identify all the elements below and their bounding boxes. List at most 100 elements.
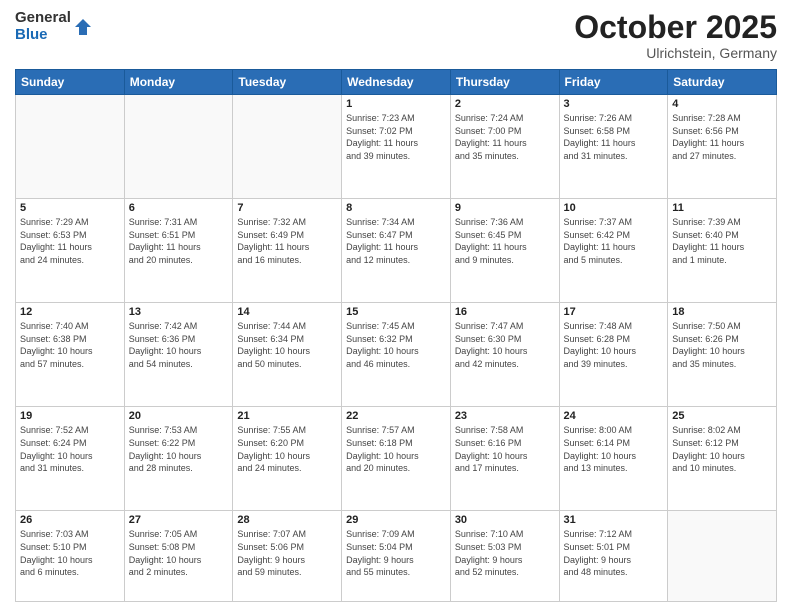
day-info: Sunrise: 7:57 AM Sunset: 6:18 PM Dayligh…	[346, 424, 446, 474]
day-number: 29	[346, 514, 446, 526]
table-row: 19 Sunrise: 7:52 AM Sunset: 6:24 PM Dayli…	[16, 407, 125, 511]
day-info: Sunrise: 7:09 AM Sunset: 5:04 PM Dayligh…	[346, 528, 446, 578]
table-row	[16, 95, 125, 199]
table-row: 16 Sunrise: 7:47 AM Sunset: 6:30 PM Dayli…	[450, 303, 559, 407]
weekday-header-row: Sunday Monday Tuesday Wednesday Thursday…	[16, 70, 777, 95]
table-row: 30Sunrise: 7:10 AM Sunset: 5:03 PM Dayli…	[450, 511, 559, 602]
table-row	[668, 511, 777, 602]
table-row: 10 Sunrise: 7:37 AM Sunset: 6:42 PM Dayli…	[559, 199, 668, 303]
header: General Blue October 2025 Ulrichstein, G…	[15, 10, 777, 61]
day-info: Sunrise: 7:58 AM Sunset: 6:16 PM Dayligh…	[455, 424, 555, 474]
table-row: 28 Sunrise: 7:07 AM Sunset: 5:06 PM Dayli…	[233, 511, 342, 602]
col-sunday: Sunday	[16, 70, 125, 95]
day-info: Sunrise: 7:23 AM Sunset: 7:02 PM Dayligh…	[346, 112, 446, 162]
table-row: 1 Sunrise: 7:23 AM Sunset: 7:02 PM Daylig…	[342, 95, 451, 199]
table-row: 21 Sunrise: 7:55 AM Sunset: 6:20 PM Dayli…	[233, 407, 342, 511]
day-number: 4	[672, 98, 772, 110]
day-info: Sunrise: 7:44 AM Sunset: 6:34 PM Dayligh…	[237, 320, 337, 370]
day-number: 27	[129, 514, 229, 526]
table-row	[124, 95, 233, 199]
logo-blue-text: Blue	[15, 27, 71, 44]
table-row	[233, 95, 342, 199]
day-number: 9	[455, 202, 555, 214]
col-wednesday: Wednesday	[342, 70, 451, 95]
day-number: 15	[346, 306, 446, 318]
day-number: 5	[20, 202, 120, 214]
table-row: 7Sunrise: 7:32 AM Sunset: 6:49 PM Daylig…	[233, 199, 342, 303]
col-saturday: Saturday	[668, 70, 777, 95]
day-number: 10	[564, 202, 664, 214]
table-row: 20 Sunrise: 7:53 AM Sunset: 6:22 PM Dayli…	[124, 407, 233, 511]
table-row: 31 Sunrise: 7:12 AM Sunset: 5:01 PM Dayli…	[559, 511, 668, 602]
logo-general-text: General	[15, 10, 71, 27]
table-row: 17 Sunrise: 7:48 AM Sunset: 6:28 PM Dayli…	[559, 303, 668, 407]
day-info: Sunrise: 7:50 AM Sunset: 6:26 PM Dayligh…	[672, 320, 772, 370]
table-row: 27Sunrise: 7:05 AM Sunset: 5:08 PM Dayli…	[124, 511, 233, 602]
day-number: 8	[346, 202, 446, 214]
table-row: 15 Sunrise: 7:45 AM Sunset: 6:32 PM Dayli…	[342, 303, 451, 407]
col-tuesday: Tuesday	[233, 70, 342, 95]
day-number: 2	[455, 98, 555, 110]
day-number: 17	[564, 306, 664, 318]
day-number: 16	[455, 306, 555, 318]
page: General Blue October 2025 Ulrichstein, G…	[0, 0, 792, 612]
day-info: Sunrise: 7:45 AM Sunset: 6:32 PM Dayligh…	[346, 320, 446, 370]
day-info: Sunrise: 7:26 AM Sunset: 6:58 PM Dayligh…	[564, 112, 664, 162]
table-row: 12Sunrise: 7:40 AM Sunset: 6:38 PM Dayli…	[16, 303, 125, 407]
day-info: Sunrise: 7:37 AM Sunset: 6:42 PM Dayligh…	[564, 216, 664, 266]
day-info: Sunrise: 7:52 AM Sunset: 6:24 PM Dayligh…	[20, 424, 120, 474]
day-info: Sunrise: 7:12 AM Sunset: 5:01 PM Dayligh…	[564, 528, 664, 578]
day-info: Sunrise: 7:24 AM Sunset: 7:00 PM Dayligh…	[455, 112, 555, 162]
day-number: 3	[564, 98, 664, 110]
day-number: 28	[237, 514, 337, 526]
day-info: Sunrise: 8:00 AM Sunset: 6:14 PM Dayligh…	[564, 424, 664, 474]
day-number: 24	[564, 410, 664, 422]
month-title: October 2025	[574, 10, 777, 45]
day-info: Sunrise: 7:48 AM Sunset: 6:28 PM Dayligh…	[564, 320, 664, 370]
day-info: Sunrise: 7:07 AM Sunset: 5:06 PM Dayligh…	[237, 528, 337, 578]
day-number: 1	[346, 98, 446, 110]
logo-icon	[73, 17, 93, 37]
day-number: 25	[672, 410, 772, 422]
table-row: 13 Sunrise: 7:42 AM Sunset: 6:36 PM Dayli…	[124, 303, 233, 407]
day-number: 26	[20, 514, 120, 526]
table-row: 3 Sunrise: 7:26 AM Sunset: 6:58 PM Daylig…	[559, 95, 668, 199]
day-info: Sunrise: 7:29 AM Sunset: 6:53 PM Dayligh…	[20, 216, 120, 266]
day-number: 14	[237, 306, 337, 318]
table-row: 18 Sunrise: 7:50 AM Sunset: 6:26 PM Dayli…	[668, 303, 777, 407]
day-number: 11	[672, 202, 772, 214]
table-row: 14 Sunrise: 7:44 AM Sunset: 6:34 PM Dayli…	[233, 303, 342, 407]
day-info: Sunrise: 7:47 AM Sunset: 6:30 PM Dayligh…	[455, 320, 555, 370]
day-info: Sunrise: 7:32 AM Sunset: 6:49 PM Dayligh…	[237, 216, 337, 266]
day-info: Sunrise: 7:42 AM Sunset: 6:36 PM Dayligh…	[129, 320, 229, 370]
table-row: 29 Sunrise: 7:09 AM Sunset: 5:04 PM Dayli…	[342, 511, 451, 602]
table-row: 6Sunrise: 7:31 AM Sunset: 6:51 PM Daylig…	[124, 199, 233, 303]
col-thursday: Thursday	[450, 70, 559, 95]
day-number: 31	[564, 514, 664, 526]
day-number: 30	[455, 514, 555, 526]
col-friday: Friday	[559, 70, 668, 95]
day-info: Sunrise: 7:03 AM Sunset: 5:10 PM Dayligh…	[20, 528, 120, 578]
day-number: 12	[20, 306, 120, 318]
day-number: 21	[237, 410, 337, 422]
day-info: Sunrise: 7:39 AM Sunset: 6:40 PM Dayligh…	[672, 216, 772, 266]
table-row: 5 Sunrise: 7:29 AM Sunset: 6:53 PM Daylig…	[16, 199, 125, 303]
table-row: 4 Sunrise: 7:28 AM Sunset: 6:56 PM Daylig…	[668, 95, 777, 199]
day-info: Sunrise: 7:55 AM Sunset: 6:20 PM Dayligh…	[237, 424, 337, 474]
day-number: 23	[455, 410, 555, 422]
day-info: Sunrise: 7:36 AM Sunset: 6:45 PM Dayligh…	[455, 216, 555, 266]
table-row: 22Sunrise: 7:57 AM Sunset: 6:18 PM Dayli…	[342, 407, 451, 511]
day-number: 6	[129, 202, 229, 214]
day-number: 20	[129, 410, 229, 422]
day-info: Sunrise: 7:28 AM Sunset: 6:56 PM Dayligh…	[672, 112, 772, 162]
logo: General Blue	[15, 10, 93, 43]
day-number: 13	[129, 306, 229, 318]
table-row: 8Sunrise: 7:34 AM Sunset: 6:47 PM Daylig…	[342, 199, 451, 303]
day-info: Sunrise: 7:53 AM Sunset: 6:22 PM Dayligh…	[129, 424, 229, 474]
table-row: 2 Sunrise: 7:24 AM Sunset: 7:00 PM Daylig…	[450, 95, 559, 199]
day-number: 19	[20, 410, 120, 422]
day-number: 18	[672, 306, 772, 318]
title-block: October 2025 Ulrichstein, Germany	[574, 10, 777, 61]
location: Ulrichstein, Germany	[574, 45, 777, 61]
table-row: 26 Sunrise: 7:03 AM Sunset: 5:10 PM Dayli…	[16, 511, 125, 602]
